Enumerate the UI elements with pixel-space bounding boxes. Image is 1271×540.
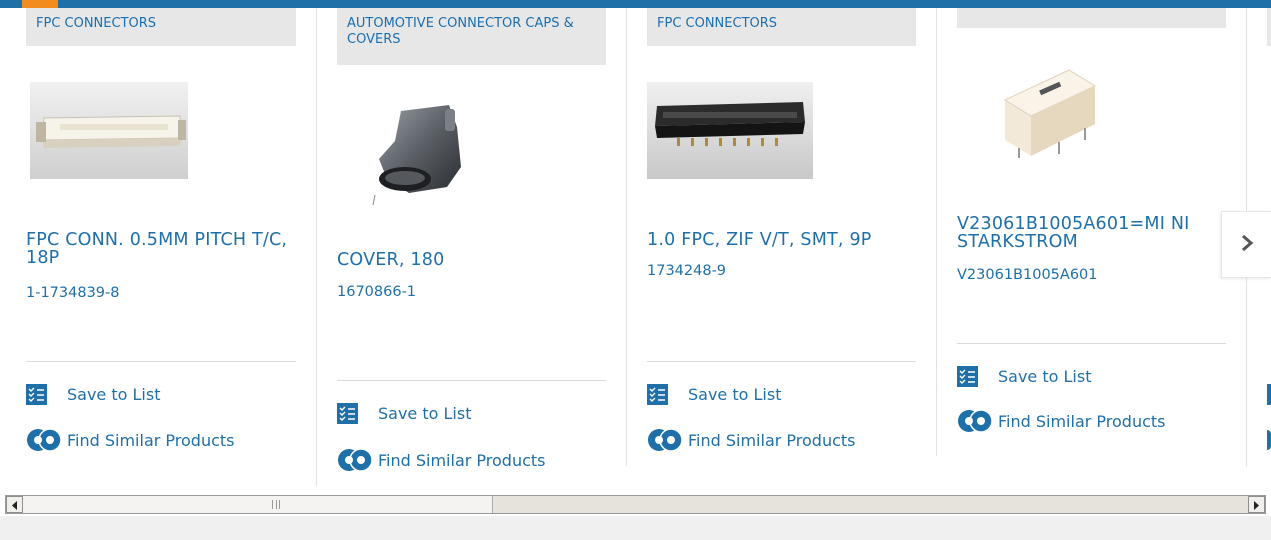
top-accent-bar (0, 0, 1271, 8)
scroll-left-button[interactable] (6, 496, 23, 513)
product-card: FPC CONNECTORS FPC CONN. 0.5MM PITCH T/C… (26, 8, 296, 486)
similar-products-icon (26, 428, 64, 452)
similar-products-icon[interactable] (1267, 430, 1271, 450)
product-image[interactable] (30, 82, 188, 179)
divider (337, 380, 606, 381)
find-similar-products-label: Find Similar Products (67, 430, 235, 450)
scrollbar-thumb[interactable] (23, 496, 493, 513)
footer-band (0, 516, 1271, 540)
save-to-list-label: Save to List (998, 367, 1092, 386)
product-title[interactable]: COVER, 180 (337, 251, 606, 269)
product-card: FPC CONNECTORS 1.0 FPC, ZIF V/T, SMT, 9P… (647, 8, 916, 486)
arrow-left-icon (11, 495, 18, 514)
accent-tab-marker (22, 0, 58, 8)
category-link[interactable] (957, 8, 1226, 28)
product-image[interactable] (647, 82, 813, 179)
category-link[interactable]: FPC CONNECTORS (647, 8, 916, 46)
chevron-right-icon (1240, 234, 1254, 256)
category-link[interactable] (1267, 8, 1271, 46)
divider (647, 361, 916, 362)
save-to-list-button[interactable]: Save to List (957, 366, 1091, 387)
card-divider (626, 8, 627, 466)
checklist-icon[interactable] (1267, 384, 1271, 405)
checklist-icon (337, 403, 358, 424)
save-to-list-button[interactable]: Save to List (337, 403, 471, 424)
find-similar-products-label: Find Similar Products (378, 450, 546, 470)
find-similar-products-button[interactable]: Find Similar Products (647, 428, 856, 452)
divider (26, 361, 296, 362)
save-to-list-label: Save to List (688, 385, 782, 404)
product-title[interactable]: 1.0 FPC, ZIF V/T, SMT, 9P (647, 231, 916, 249)
find-similar-products-button[interactable]: Find Similar Products (26, 428, 235, 452)
category-link[interactable]: FPC CONNECTORS (26, 8, 296, 46)
grip-icon (272, 500, 280, 509)
category-link[interactable]: AUTOMOTIVE CONNECTOR CAPS & COVERS (337, 8, 606, 65)
scroll-right-button[interactable] (1248, 496, 1265, 513)
checklist-icon (26, 384, 47, 405)
card-divider (936, 8, 937, 456)
product-title[interactable]: FPC CONN. 0.5MM PITCH T/C, 18P (26, 231, 296, 267)
save-to-list-button[interactable]: Save to List (26, 384, 160, 405)
find-similar-products-label: Find Similar Products (688, 430, 856, 450)
arrow-right-icon (1253, 495, 1260, 514)
part-number[interactable]: 1-1734839-8 (26, 285, 120, 301)
checklist-icon (957, 366, 978, 387)
find-similar-products-button[interactable]: Find Similar Products (337, 448, 546, 472)
save-to-list-label: Save to List (378, 404, 472, 423)
similar-products-icon (647, 428, 685, 452)
similar-products-icon (957, 409, 995, 433)
product-card: AUTOMOTIVE CONNECTOR CAPS & COVERS COVER… (337, 8, 606, 486)
carousel-next-button[interactable] (1221, 211, 1271, 278)
checklist-icon (647, 384, 668, 405)
product-image[interactable] (361, 101, 481, 211)
product-card: V23061B1005A601=MI NISTARKSTROM V23061B1… (957, 8, 1226, 486)
similar-products-icon (337, 448, 375, 472)
horizontal-scrollbar[interactable] (5, 495, 1266, 514)
save-to-list-button[interactable]: Save to List (647, 384, 781, 405)
save-to-list-label: Save to List (67, 385, 161, 404)
find-similar-products-button[interactable]: Find Similar Products (957, 409, 1166, 433)
part-number[interactable]: 1670866-1 (337, 284, 416, 300)
part-number[interactable]: V23061B1005A601 (957, 267, 1098, 283)
divider (957, 343, 1226, 344)
product-title[interactable]: V23061B1005A601=MI NISTARKSTROM (957, 215, 1197, 251)
part-number[interactable]: 1734248-9 (647, 263, 726, 279)
card-divider (316, 8, 317, 486)
product-image[interactable] (999, 62, 1099, 162)
find-similar-products-label: Find Similar Products (998, 411, 1166, 431)
